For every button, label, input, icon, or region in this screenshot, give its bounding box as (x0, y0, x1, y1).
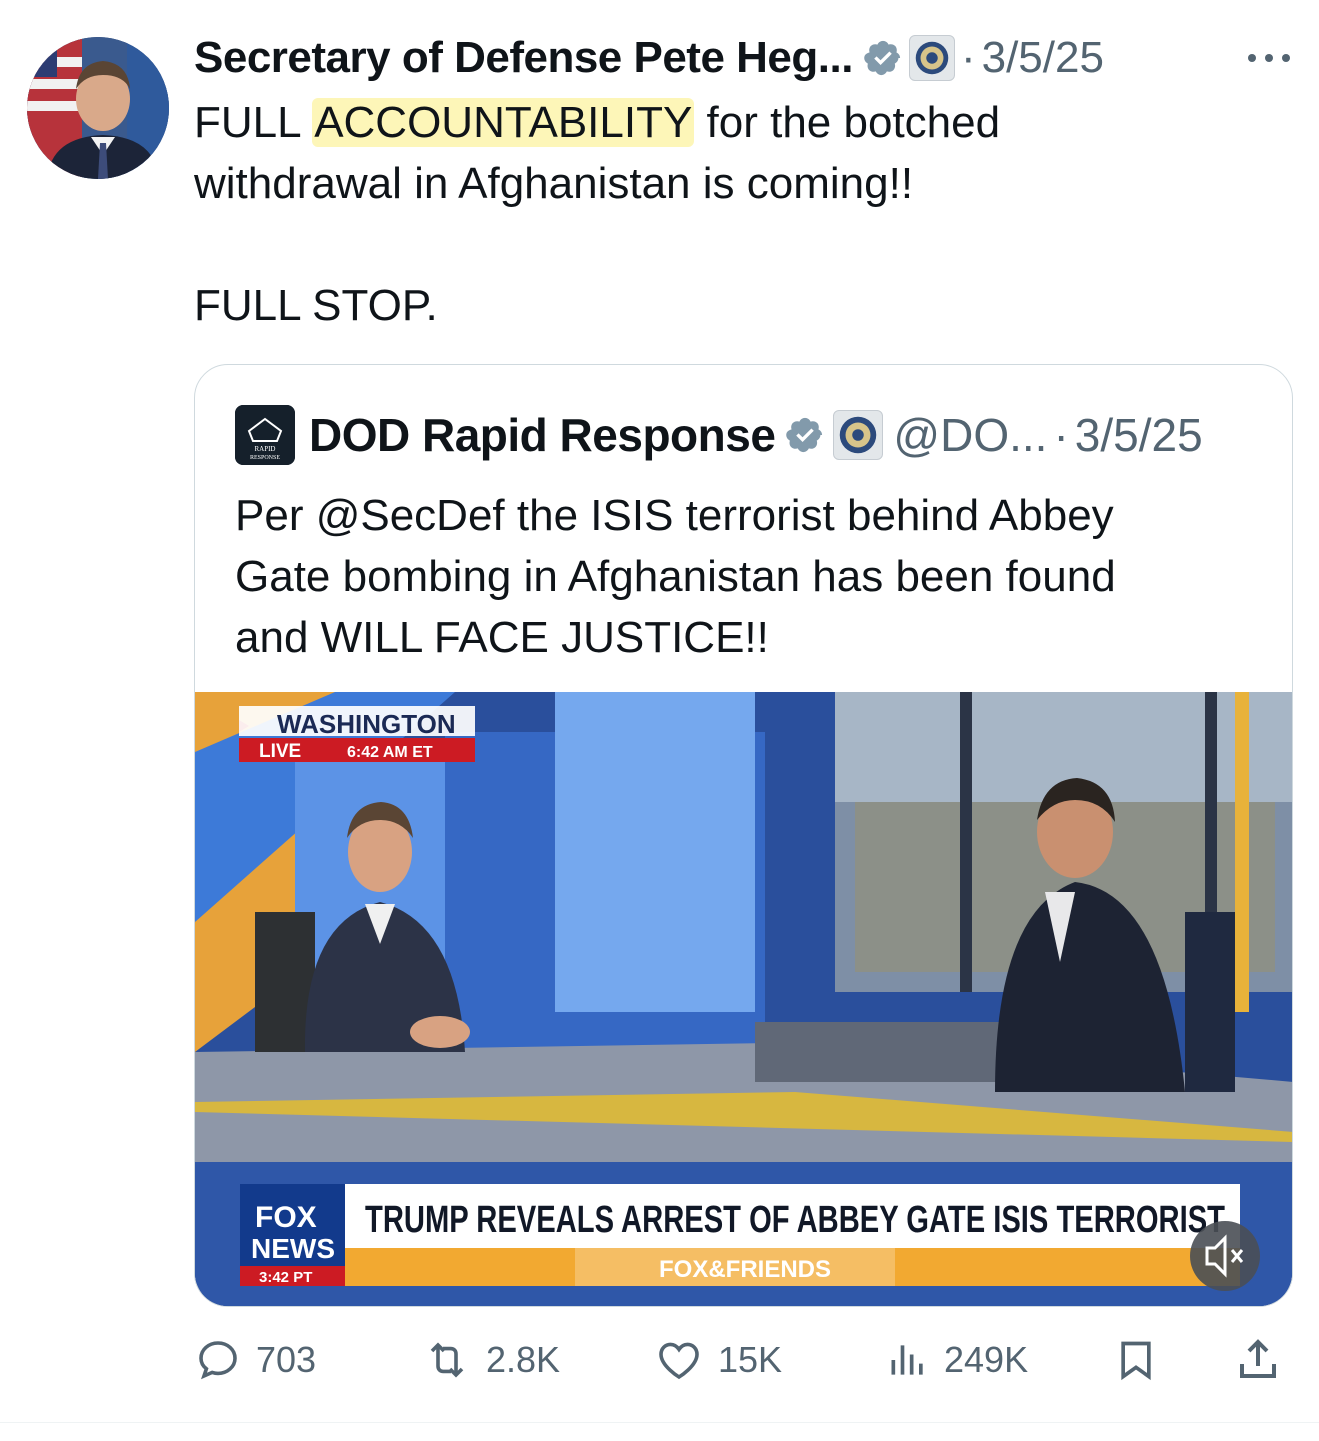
post-text-segment: for the botched (694, 98, 1001, 147)
share-button[interactable] (1234, 1325, 1282, 1395)
quoted-text-line: Per @SecDef the ISIS terrorist behind Ab… (235, 491, 1114, 540)
repost-icon (430, 1342, 464, 1378)
view-count: 249K (944, 1339, 1029, 1380)
verified-icon[interactable] (785, 415, 825, 455)
affiliate-badge-icon[interactable] (833, 410, 884, 460)
network-time: 3:42 PT (259, 1269, 312, 1286)
headline-banner: TRUMP REVEALS ARREST OF ABBEY GATE ISIS … (365, 1199, 1225, 1241)
bottom-divider (0, 1422, 1319, 1423)
post-text-line-1: FULL ACCOUNTABILITY for the botched (194, 92, 1294, 153)
repost-button[interactable]: 2.8K (422, 1325, 560, 1395)
more-icon[interactable] (1244, 48, 1294, 68)
avatar-text-line-2: RESPONSE (250, 455, 280, 461)
views-button[interactable]: 249K (886, 1325, 1028, 1395)
repost-count: 2.8K (486, 1339, 561, 1380)
reply-icon (199, 1341, 237, 1380)
bookmark-button[interactable] (1114, 1325, 1158, 1395)
quoted-text-line: Gate bombing in Afghanistan has been fou… (235, 552, 1116, 601)
post-header: Secretary of Defense Pete Heg... · 3/5/2… (194, 30, 1304, 86)
verified-icon[interactable] (863, 38, 903, 78)
quoted-post-text: Per @SecDef the ISIS terrorist behind Ab… (235, 485, 1255, 668)
location-label: WASHINGTON (277, 709, 456, 739)
quoted-post-header: RAPID RESPONSE DOD Rapid Response @DO...… (235, 405, 1203, 465)
reply-count: 703 (256, 1339, 317, 1380)
reply-button[interactable]: 703 (194, 1325, 316, 1395)
separator-dot: · (1053, 409, 1069, 461)
post-text-blank-line (194, 214, 1294, 275)
network-logo-line-2: NEWS (251, 1233, 335, 1264)
like-button[interactable]: 15K (654, 1325, 782, 1395)
like-count: 15K (718, 1339, 783, 1380)
quoted-post[interactable]: RAPID RESPONSE DOD Rapid Response @DO...… (194, 364, 1293, 1307)
separator-dot: · (960, 33, 976, 82)
views-icon (891, 1345, 923, 1375)
post-text: FULL ACCOUNTABILITY for the botched with… (194, 92, 1294, 336)
live-label: LIVE (259, 741, 301, 762)
like-icon (659, 1342, 699, 1380)
quoted-post-date[interactable]: 3/5/25 (1075, 408, 1203, 462)
quoted-text-line: and WILL FACE JUSTICE!! (235, 613, 769, 662)
post-text-segment: FULL (194, 98, 313, 147)
show-name: FOX&FRIENDS (659, 1256, 831, 1283)
avatar-text-line-1: RAPID (254, 445, 275, 453)
bookmark-icon (1121, 1341, 1151, 1381)
author-avatar[interactable] (27, 37, 169, 179)
post-text-line-2: withdrawal in Afghanistan is coming!! (194, 159, 914, 208)
action-bar: 703 2.8K 15K 249K (194, 1325, 1294, 1395)
video-frame: WASHINGTON LIVE 6:42 AM ET TRUMP REVEALS… (195, 692, 1292, 1306)
live-time: 6:42 AM ET (347, 744, 433, 761)
post-text-line-3: FULL STOP. (194, 281, 438, 330)
author-name[interactable]: Secretary of Defense Pete Heg... (194, 33, 853, 83)
mute-icon[interactable] (1190, 1221, 1260, 1291)
highlighted-word: ACCOUNTABILITY (312, 98, 695, 147)
quoted-author-avatar[interactable]: RAPID RESPONSE (235, 405, 295, 465)
quoted-author-name[interactable]: DOD Rapid Response (309, 408, 776, 462)
quoted-author-handle[interactable]: @DO... (893, 408, 1047, 462)
share-icon (1240, 1339, 1276, 1378)
affiliate-badge-icon[interactable] (908, 35, 955, 81)
post-date[interactable]: 3/5/25 (982, 33, 1104, 83)
network-logo-line-1: FOX (255, 1201, 317, 1234)
video-player[interactable]: WASHINGTON LIVE 6:42 AM ET TRUMP REVEALS… (195, 692, 1292, 1306)
